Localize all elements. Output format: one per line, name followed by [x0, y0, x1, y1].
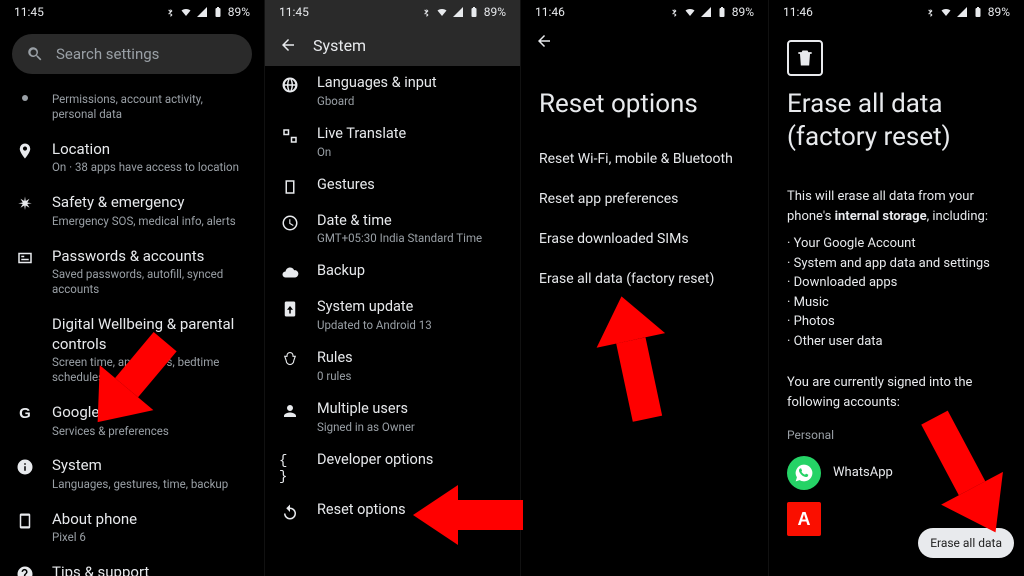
system-item-gestures[interactable]: Gestures [279, 168, 506, 204]
settings-item-system[interactable]: SystemLanguages, gestures, time, backup [14, 447, 250, 500]
braces-icon: { } [279, 453, 301, 485]
settings-main-panel: 11:45 89% Search settings Permissions, a… [0, 0, 264, 576]
battery-percent: 89% [484, 5, 506, 19]
status-icons: 89% [420, 5, 506, 19]
account-whatsapp: WhatsApp [787, 456, 1006, 490]
page-title: Erase all data(factory reset) [769, 76, 1024, 171]
battery-icon [468, 6, 480, 18]
users-icon [281, 402, 299, 420]
wifi-icon [436, 6, 448, 18]
battery-percent: 89% [732, 5, 754, 19]
battery-icon [716, 6, 728, 18]
wifi-icon [684, 6, 696, 18]
reset-wifi[interactable]: Reset Wi-Fi, mobile & Bluetooth [521, 139, 768, 179]
system-item-update[interactable]: System updateUpdated to Android 13 [279, 290, 506, 341]
signal-icon [956, 6, 968, 18]
google-icon: G [19, 405, 31, 422]
wifi-icon [940, 6, 952, 18]
reset-app-prefs[interactable]: Reset app preferences [521, 179, 768, 219]
erase-all-data[interactable]: Erase all data (factory reset) [521, 259, 768, 299]
battery-icon [972, 6, 984, 18]
personal-label: Personal [787, 426, 1006, 444]
status-time: 11:45 [14, 5, 44, 19]
status-time: 11:46 [783, 5, 813, 19]
settings-item-tips[interactable]: Tips & supportHelp articles, phone & cha… [14, 554, 250, 576]
system-item-developer[interactable]: { } Developer options [279, 443, 506, 493]
page-title: Reset options [521, 62, 768, 139]
wifi-icon [180, 6, 192, 18]
erase-all-data-button[interactable]: Erase all data [918, 528, 1014, 558]
gesture-icon [281, 178, 299, 196]
update-icon [281, 300, 299, 318]
phone-icon [16, 512, 34, 530]
signal-icon [700, 6, 712, 18]
status-bar: 11:45 89% [265, 0, 520, 24]
reset-options-panel: 11:46 89% Reset options Reset Wi-Fi, mob… [520, 0, 768, 576]
settings-item-privacy-partial[interactable]: Permissions, account activity, personal … [14, 82, 250, 131]
status-bar: 11:46 89% [769, 0, 1024, 24]
system-item-reset[interactable]: Reset options [279, 493, 506, 529]
asterisk-icon [16, 195, 34, 213]
trash-icon [787, 40, 823, 76]
system-panel: 11:45 89% System Languages & inputGboard… [264, 0, 520, 576]
search-icon [26, 45, 44, 63]
settings-item-google[interactable]: G GoogleServices & preferences [14, 394, 250, 447]
location-icon [16, 142, 34, 160]
settings-item-about[interactable]: About phonePixel 6 [14, 501, 250, 554]
settings-item-wellbeing[interactable]: Digital Wellbeing & parental controlsScr… [14, 306, 250, 394]
bluetooth-icon [668, 6, 680, 18]
status-time: 11:45 [279, 5, 309, 19]
info-icon [16, 458, 34, 476]
account-label: WhatsApp [833, 463, 893, 483]
page-title: System [313, 36, 366, 55]
adobe-icon: A [787, 502, 821, 536]
clock-icon [281, 214, 299, 232]
system-item-translate[interactable]: Live TranslateOn [279, 117, 506, 168]
status-time: 11:46 [535, 5, 565, 19]
cloud-icon [281, 264, 299, 282]
rules-icon [281, 351, 299, 369]
back-icon[interactable] [535, 32, 553, 50]
status-icons: 89% [924, 5, 1010, 19]
settings-item-location[interactable]: LocationOn · 38 apps have access to loca… [14, 131, 250, 184]
signal-icon [196, 6, 208, 18]
back-icon[interactable] [279, 36, 297, 54]
help-icon [16, 565, 34, 576]
settings-item-safety[interactable]: Safety & emergencyEmergency SOS, medical… [14, 184, 250, 237]
battery-icon [212, 6, 224, 18]
status-bar: 11:45 89% [0, 0, 264, 24]
system-item-backup[interactable]: Backup [279, 254, 506, 290]
search-placeholder: Search settings [56, 45, 159, 63]
signal-icon [452, 6, 464, 18]
status-icons: 89% [164, 5, 250, 19]
settings-item-passwords[interactable]: Passwords & accountsSaved passwords, aut… [14, 238, 250, 306]
bluetooth-icon [924, 6, 936, 18]
system-item-languages[interactable]: Languages & inputGboard [279, 66, 506, 117]
status-icons: 89% [668, 5, 754, 19]
battery-percent: 89% [988, 5, 1010, 19]
signed-in-text: You are currently signed into the follow… [787, 373, 1006, 412]
erase-list: Your Google Account System and app data … [787, 234, 1006, 351]
search-settings[interactable]: Search settings [12, 34, 252, 74]
globe-icon [281, 76, 299, 94]
whatsapp-icon [787, 456, 821, 490]
system-item-date[interactable]: Date & timeGMT+05:30 India Standard Time [279, 204, 506, 255]
battery-percent: 89% [228, 5, 250, 19]
translate-icon [281, 127, 299, 145]
reset-icon [281, 503, 299, 521]
erase-all-panel: 11:46 89% Erase all data(factory reset) … [768, 0, 1024, 576]
erase-intro: This will erase all data from your phone… [787, 187, 1006, 226]
bluetooth-icon [164, 6, 176, 18]
status-bar: 11:46 89% [521, 0, 768, 24]
erase-sims[interactable]: Erase downloaded SIMs [521, 219, 768, 259]
bluetooth-icon [420, 6, 432, 18]
title-bar: System [265, 24, 520, 66]
system-item-users[interactable]: Multiple usersSigned in as Owner [279, 392, 506, 443]
system-item-rules[interactable]: Rules0 rules [279, 341, 506, 392]
key-icon [16, 249, 34, 267]
